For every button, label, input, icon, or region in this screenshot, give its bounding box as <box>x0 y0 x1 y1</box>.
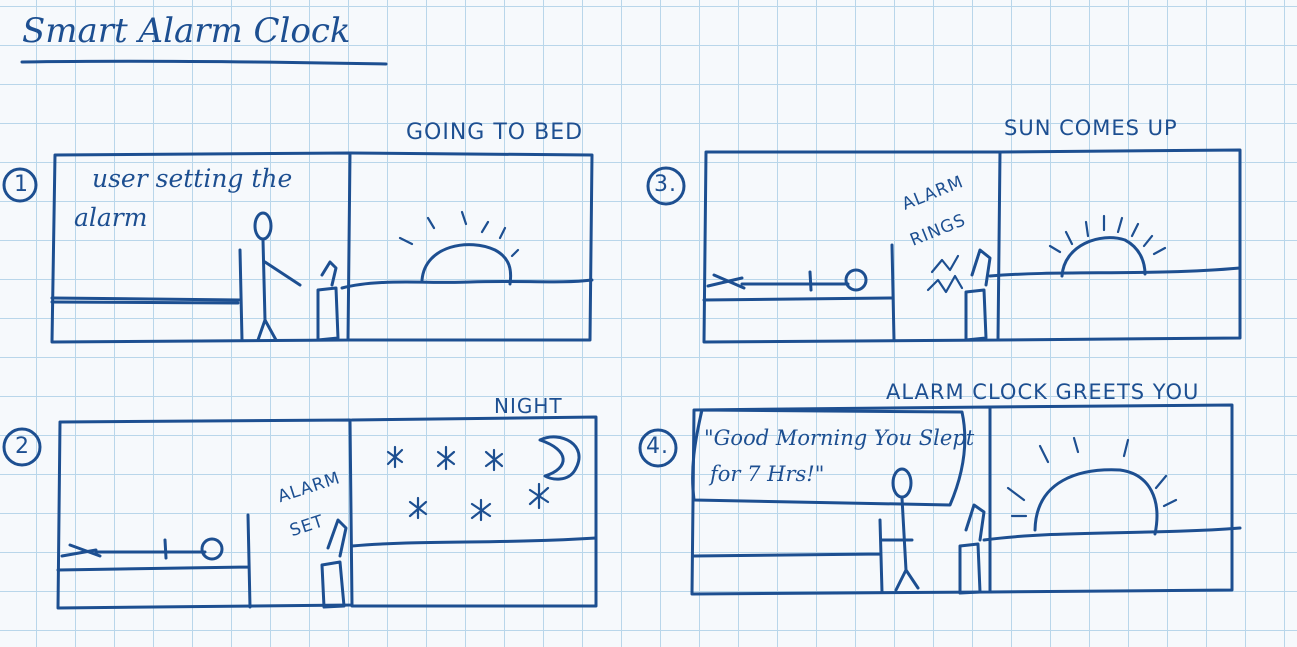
panel-2-number: 2 <box>15 434 30 459</box>
panel-1-right-frame <box>346 151 594 342</box>
panel-4-speech-bubble <box>691 408 967 507</box>
panel-1-person <box>253 211 302 342</box>
panel-3-sun-rays <box>1048 214 1167 256</box>
panel-1-number: 1 <box>14 172 29 197</box>
panel-1-text-line2: alarm <box>74 203 148 232</box>
panel-3-bed <box>702 243 896 342</box>
panel-1-text-line1: user setting the <box>92 164 293 193</box>
panel-3-horizon <box>988 266 1242 278</box>
panel-3-sleeper-head <box>844 268 868 292</box>
panel-1-nightstand <box>316 260 340 342</box>
panel-2-nightstand <box>320 518 348 609</box>
panel-2 <box>2 415 598 610</box>
panel-2-left-frame <box>56 418 354 610</box>
page-title: Smart Alarm Clock <box>22 11 351 51</box>
panel-4-caption: ALARM CLOCK GREETS YOU <box>886 380 1200 404</box>
panel-3-caption: SUN COMES UP <box>1004 116 1178 140</box>
panel-1-caption: GOING TO BED <box>406 120 584 145</box>
panel-1-sun-rays <box>398 210 520 258</box>
panel-2-stars <box>386 445 550 522</box>
panel-4-speech-text-line1: "Good Morning You Slept <box>704 426 975 450</box>
panel-4-person <box>880 467 920 592</box>
title-underline <box>20 59 388 66</box>
panel-4-sun <box>1033 468 1159 536</box>
panel-4-right-frame <box>988 403 1234 594</box>
panel-4-nightstand <box>958 503 986 595</box>
panel-4-speech-text-line2: for 7 Hrs!" <box>710 462 825 486</box>
panel-4-sun-rays <box>1006 436 1178 518</box>
panel-4-horizon <box>982 526 1242 542</box>
panel-2-bed <box>56 513 252 609</box>
panel-3-right-frame <box>996 148 1242 342</box>
panel-1-sun <box>420 243 513 286</box>
panel-2-right-frame <box>350 415 598 608</box>
panel-4-bed <box>692 518 884 594</box>
panel-3-alarm-zigzag <box>926 254 964 294</box>
panel-3-number: 3. <box>654 172 677 197</box>
panel-3-sun <box>1060 236 1147 278</box>
panel-2-caption: NIGHT <box>494 394 563 418</box>
panel-3-nightstand <box>964 248 992 342</box>
panel-2-sleeper-head <box>200 537 224 561</box>
panel-2-moon-icon <box>538 435 581 481</box>
panel-1-bed <box>50 248 244 342</box>
panel-4-number: 4. <box>646 434 669 459</box>
storyboard-drawing <box>2 59 1242 610</box>
panel-2-horizon <box>350 536 598 548</box>
panel-1-horizon <box>340 278 594 290</box>
